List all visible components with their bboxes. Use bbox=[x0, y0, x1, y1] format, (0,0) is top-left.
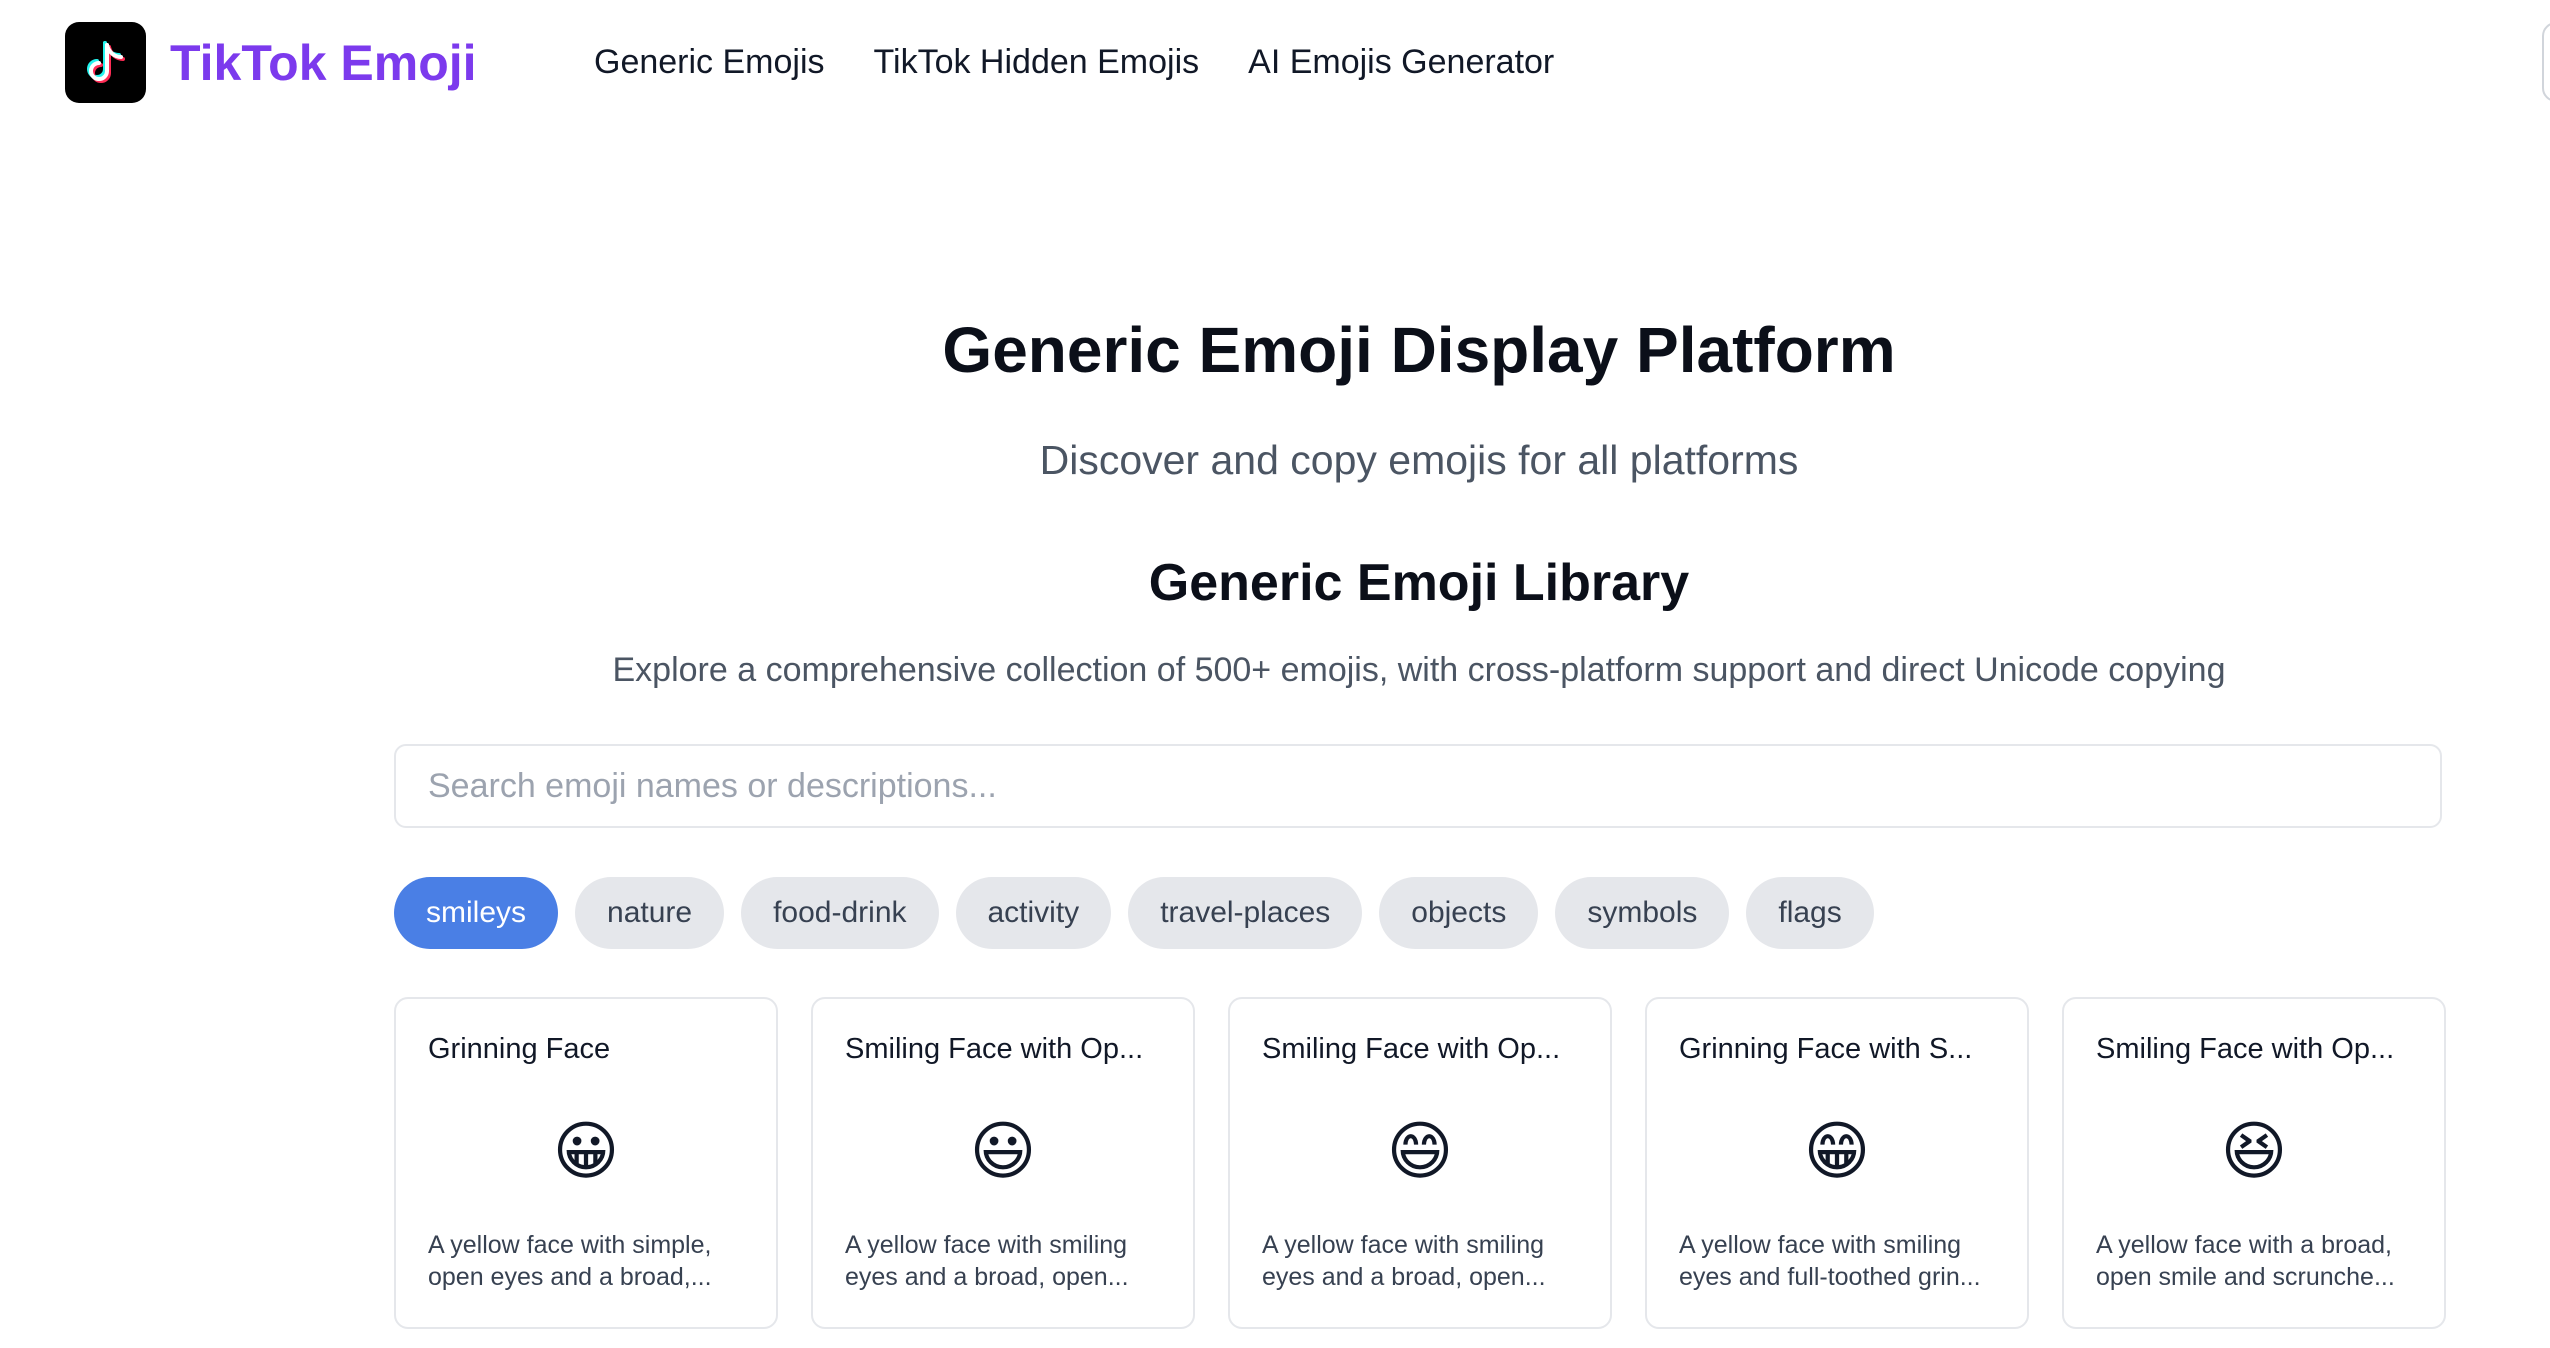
site-header: TikTok Emoji Generic Emojis TikTok Hidde… bbox=[0, 0, 2550, 125]
emoji-card-title: Smiling Face with Op... bbox=[2096, 1033, 2395, 1065]
category-food-drink[interactable]: food-drink bbox=[741, 877, 939, 949]
emoji-card[interactable]: Grinning Face with S... 😁 A yellow face … bbox=[1645, 997, 2029, 1329]
library-description: Explore a comprehensive collection of 50… bbox=[612, 651, 2226, 689]
category-symbols[interactable]: symbols bbox=[1555, 877, 1730, 949]
tiktok-logo-icon[interactable] bbox=[65, 22, 146, 103]
emoji-card[interactable]: Grinning Face 😀 A yellow face with simpl… bbox=[394, 997, 778, 1329]
emoji-card[interactable]: Smiling Face with Op... 😃 A yellow face … bbox=[811, 997, 1195, 1329]
grinning-face-emoji[interactable]: 😀 bbox=[396, 1111, 776, 1191]
category-activity[interactable]: activity bbox=[955, 877, 1112, 949]
grinning-face-smiling-eyes-emoji[interactable]: 😁 bbox=[1647, 1111, 2027, 1191]
emoji-card-description: A yellow face with smiling eyes and a br… bbox=[1262, 1231, 1546, 1291]
emoji-card-title: Smiling Face with Op... bbox=[1262, 1033, 1561, 1065]
nav-generic-emojis[interactable]: Generic Emojis bbox=[594, 36, 825, 88]
brand-name[interactable]: TikTok Emoji bbox=[170, 28, 477, 98]
category-objects[interactable]: objects bbox=[1379, 877, 1539, 949]
page-subtitle: Discover and copy emojis for all platfor… bbox=[1039, 437, 1799, 483]
emoji-card-title: Grinning Face bbox=[428, 1033, 611, 1065]
nav-tiktok-hidden-emojis[interactable]: TikTok Hidden Emojis bbox=[874, 36, 1200, 88]
category-flags[interactable]: flags bbox=[1746, 877, 1874, 949]
emoji-card-title: Smiling Face with Op... bbox=[845, 1033, 1144, 1065]
header-action-button[interactable] bbox=[2542, 22, 2550, 102]
emoji-card-description: A yellow face with simple, open eyes and… bbox=[428, 1231, 712, 1291]
nav-ai-emojis-generator[interactable]: AI Emojis Generator bbox=[1248, 36, 1554, 88]
emoji-card-description: A yellow face with a broad, open smile a… bbox=[2096, 1231, 2395, 1291]
page-title: Generic Emoji Display Platform bbox=[942, 314, 1896, 386]
emoji-card-title: Grinning Face with S... bbox=[1679, 1033, 1973, 1065]
category-travel-places[interactable]: travel-places bbox=[1128, 877, 1363, 949]
emoji-grid: Grinning Face 😀 A yellow face with simpl… bbox=[394, 997, 2446, 1329]
emoji-card[interactable]: Smiling Face with Op... 😄 A yellow face … bbox=[1228, 997, 1612, 1329]
category-smileys[interactable]: smileys bbox=[394, 877, 559, 949]
search-input[interactable] bbox=[394, 744, 2442, 828]
emoji-card-description: A yellow face with smiling eyes and full… bbox=[1679, 1231, 1981, 1291]
emoji-card[interactable]: Smiling Face with Op... 😆 A yellow face … bbox=[2062, 997, 2446, 1329]
smiling-face-open-mouth-smiling-eyes-emoji[interactable]: 😄 bbox=[1230, 1111, 1610, 1191]
category-tabs: smileys nature food-drink activity trave… bbox=[394, 877, 1874, 949]
main-nav: Generic Emojis TikTok Hidden Emojis AI E… bbox=[594, 36, 1554, 88]
library-title: Generic Emoji Library bbox=[1148, 554, 1690, 612]
emoji-card-description: A yellow face with smiling eyes and a br… bbox=[845, 1231, 1129, 1291]
smiling-face-open-mouth-emoji[interactable]: 😃 bbox=[813, 1111, 1193, 1191]
smiling-face-closed-eyes-emoji[interactable]: 😆 bbox=[2064, 1111, 2444, 1191]
category-nature[interactable]: nature bbox=[575, 877, 725, 949]
